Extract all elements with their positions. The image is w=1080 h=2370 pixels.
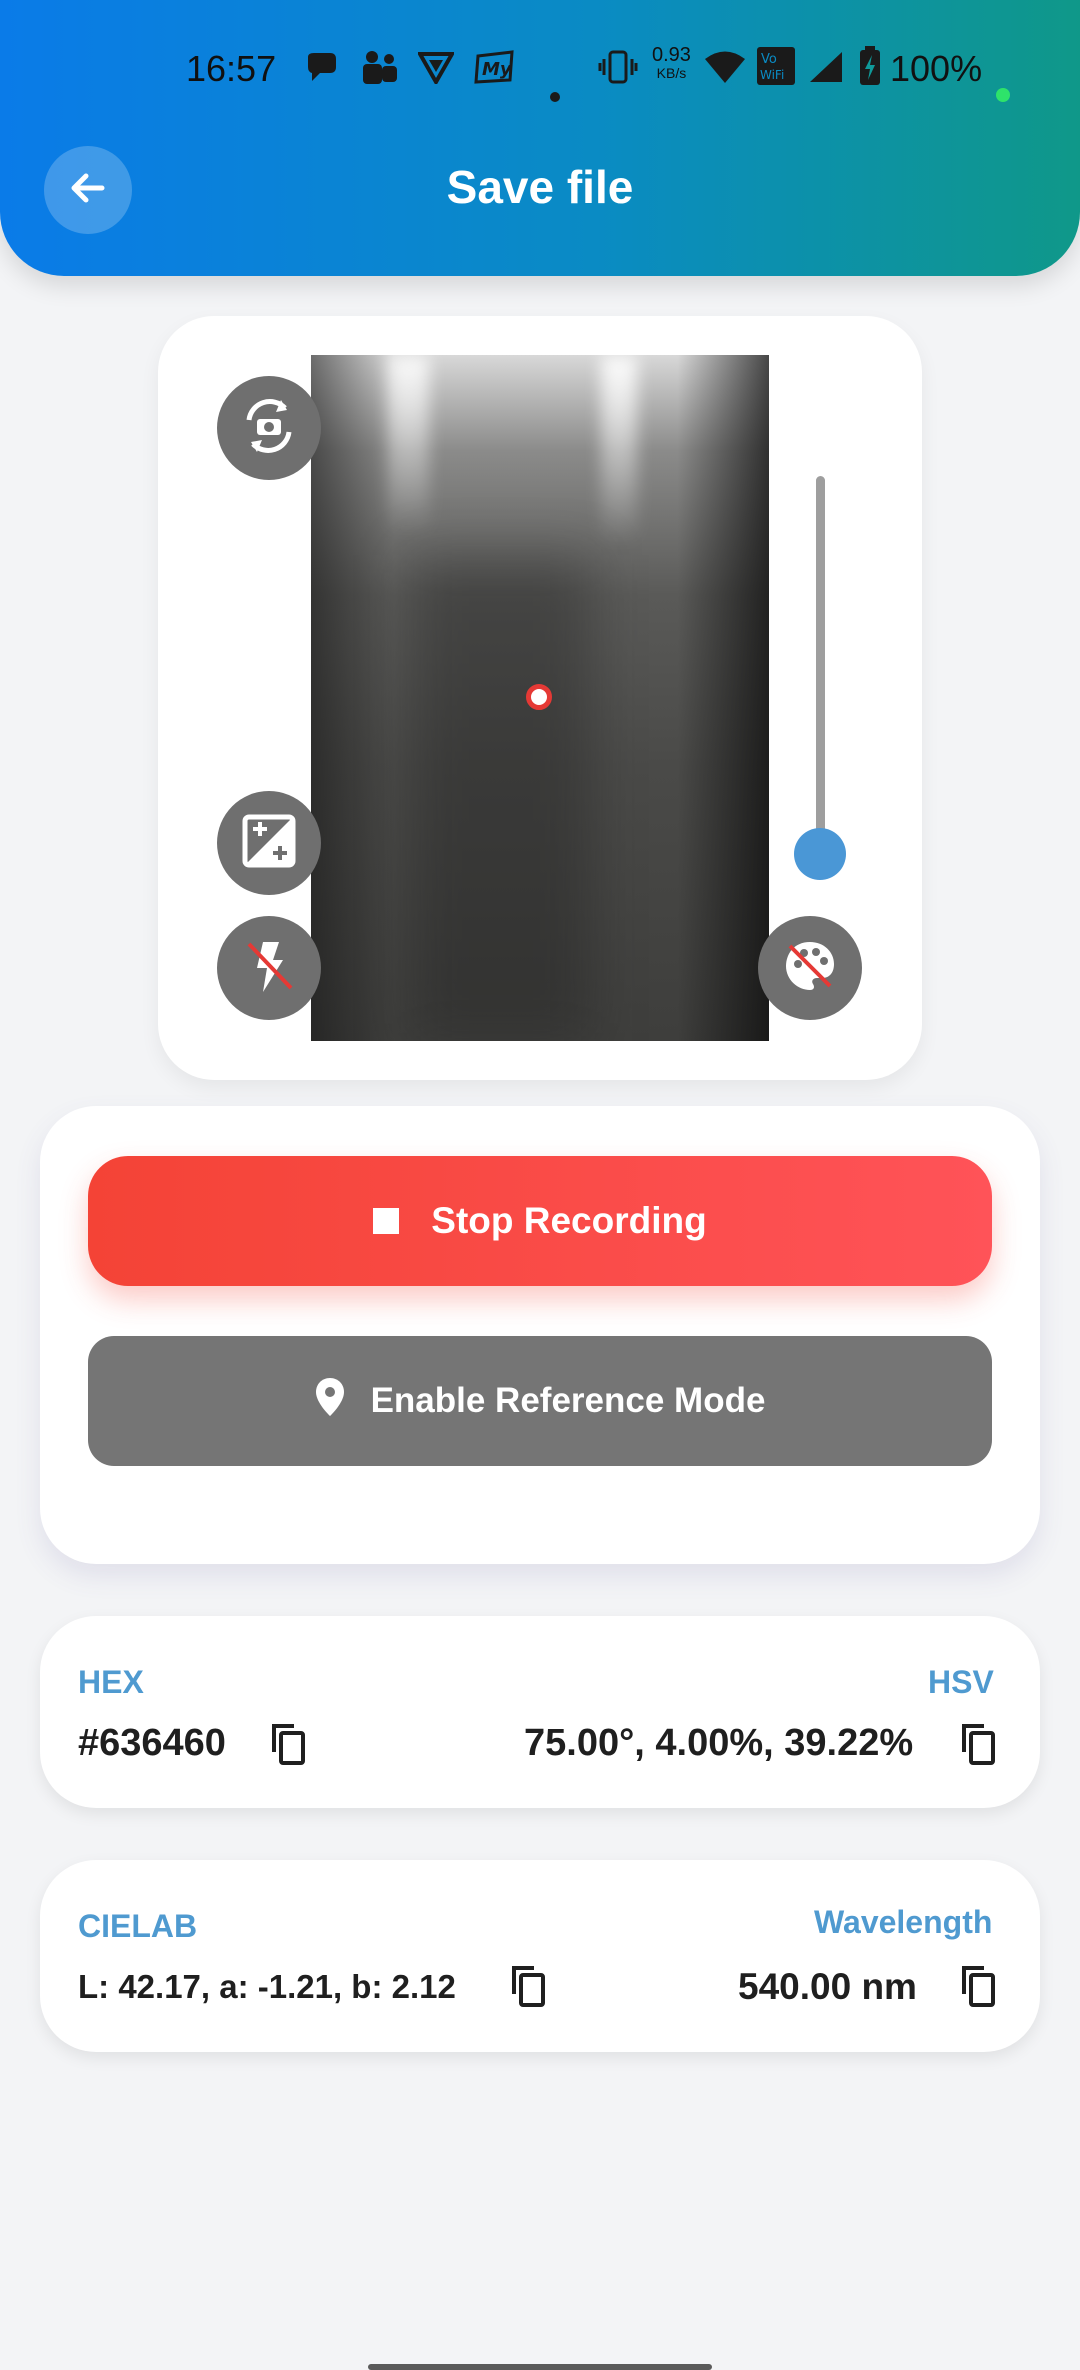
net-speed-value: 0.93 bbox=[652, 44, 691, 66]
cielab-value: L: 42.17, a: -1.21, b: 2.12 bbox=[78, 1968, 456, 2005]
exposure-button[interactable] bbox=[217, 791, 321, 895]
hex-label: HEX bbox=[78, 1664, 144, 1700]
palette-off-icon bbox=[780, 936, 840, 1001]
preview-shadow bbox=[411, 555, 591, 1041]
preview-highlight bbox=[389, 355, 429, 535]
reference-mode-label: Enable Reference Mode bbox=[370, 1381, 766, 1420]
wavelength-value: 540.00 nm bbox=[738, 1966, 917, 2007]
vowifi-label-bottom: WiFi bbox=[760, 68, 784, 82]
exposure-icon bbox=[241, 813, 297, 874]
notification-dot bbox=[550, 92, 560, 102]
stop-icon bbox=[373, 1208, 400, 1234]
hex-value: #636460 bbox=[78, 1722, 226, 1764]
privacy-indicator-dot bbox=[996, 88, 1010, 102]
myjio-icon: My bbox=[474, 50, 516, 93]
cielab-label: CIELAB bbox=[78, 1908, 198, 1944]
signal-icon bbox=[808, 50, 844, 93]
svg-text:My: My bbox=[482, 59, 513, 80]
location-pin-icon bbox=[315, 1377, 371, 1426]
network-speed: 0.93 KB/s bbox=[652, 44, 691, 82]
teams-icon bbox=[360, 50, 400, 93]
wavelength-label: Wavelength bbox=[814, 1904, 993, 1940]
flash-off-icon bbox=[239, 936, 299, 1001]
reference-mode-button[interactable]: Enable Reference Mode bbox=[88, 1336, 992, 1466]
chat-bubble-icon bbox=[304, 50, 340, 92]
preview-highlight bbox=[601, 355, 637, 545]
vibrate-icon bbox=[598, 50, 638, 93]
copy-cielab-icon[interactable] bbox=[508, 1964, 548, 2008]
zoom-slider-thumb[interactable] bbox=[794, 828, 846, 880]
gesture-navigation-bar[interactable] bbox=[368, 2364, 712, 2370]
cielab-wavelength-card bbox=[40, 1860, 1040, 2052]
copy-wavelength-icon[interactable] bbox=[958, 1964, 998, 2008]
vowifi-label-top: Vo bbox=[761, 52, 777, 67]
page-title: Save file bbox=[446, 161, 634, 213]
stop-recording-label: Stop Recording bbox=[431, 1200, 707, 1241]
flash-toggle-button[interactable] bbox=[217, 916, 321, 1020]
hex-hsv-card bbox=[40, 1616, 1040, 1808]
status-bar: 16:57 My 0.93 KB/s Vo WiFi 100% bbox=[0, 30, 1080, 110]
status-time: 16:57 bbox=[186, 48, 277, 89]
battery-percent: 100% bbox=[890, 48, 983, 89]
wifi-icon bbox=[704, 50, 746, 93]
zoom-slider-track[interactable] bbox=[816, 476, 825, 854]
palette-toggle-button[interactable] bbox=[758, 916, 862, 1020]
battery-charging-icon bbox=[858, 46, 882, 95]
copy-hex-icon[interactable] bbox=[268, 1722, 308, 1766]
color-picker-target[interactable] bbox=[526, 684, 552, 710]
copy-hsv-icon[interactable] bbox=[958, 1722, 998, 1766]
vowifi-icon: Vo WiFi bbox=[756, 46, 796, 95]
vpn-shield-icon bbox=[416, 50, 456, 93]
switch-camera-button[interactable] bbox=[217, 376, 321, 480]
stop-recording-button[interactable]: Stop Recording bbox=[88, 1156, 992, 1286]
net-speed-unit: KB/s bbox=[656, 65, 687, 81]
switch-camera-icon bbox=[237, 394, 301, 463]
hsv-label: HSV bbox=[928, 1664, 994, 1700]
hsv-value: 75.00°, 4.00%, 39.22% bbox=[524, 1722, 914, 1764]
